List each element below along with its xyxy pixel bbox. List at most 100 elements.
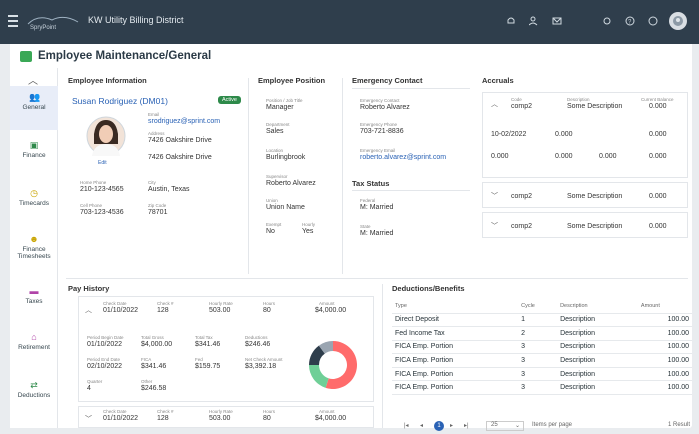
email-label: Email [148, 112, 160, 117]
chevron-up-icon[interactable]: ︿ [491, 99, 498, 109]
union-value: Union Name [266, 204, 305, 211]
table-cell: Description [557, 380, 638, 396]
accrual-code: comp2 [511, 103, 533, 110]
table-cell: Description [557, 353, 638, 368]
accrual-balance: 0.000 [649, 103, 667, 110]
bell-icon[interactable] [504, 14, 518, 28]
sidebar-item-timecards[interactable]: ◷ Timecards [10, 182, 58, 226]
divider [382, 284, 383, 428]
address2-value: 7426 Oakshire Drive [148, 154, 212, 161]
app-logo: SpryPoint [27, 16, 79, 31]
donut-slice-tax [309, 365, 329, 388]
sidebar-item-retirement[interactable]: ⌂ Retirement [10, 326, 58, 370]
table-cell: 3 [518, 367, 558, 382]
accrual-description: Some Description [567, 223, 623, 230]
fica-label: FICA [141, 357, 152, 362]
supervisor-value: Roberto Alvarez [266, 180, 316, 187]
accrual-balance-label: Current Balance [641, 97, 674, 102]
accrual-row[interactable]: ﹀ comp2 Some Description 0.000 [482, 212, 688, 238]
per-page-select[interactable]: 25 ⌄ [486, 421, 524, 431]
sidebar-item-finance[interactable]: ▣ Finance [10, 134, 58, 178]
sidebar-item-label: Finance Timesheets [17, 246, 51, 260]
table-row[interactable]: FICA Emp. Portion 3 Description 100.00 [392, 380, 692, 396]
email-value[interactable]: srodriguez@sprint.com [148, 118, 220, 125]
finance-icon: ▣ [29, 140, 39, 150]
help-icon[interactable]: ? [623, 14, 637, 28]
accrual-code-label: Code [511, 97, 522, 102]
table-row[interactable]: Fed Income Tax 2 Description 100.00 [392, 326, 692, 341]
column-header[interactable]: Amount [637, 300, 692, 314]
table-cell: Description [557, 367, 638, 382]
emergency-email-value[interactable]: roberto.alvarez@sprint.com [360, 154, 446, 161]
menu-icon[interactable] [8, 15, 18, 27]
page-number[interactable]: 1 [434, 421, 444, 431]
divider [66, 278, 688, 279]
table-cell: FICA Emp. Portion [392, 380, 519, 396]
state-label: State [360, 224, 371, 229]
table-cell: 100.00 [637, 313, 692, 328]
pay-history-title: Pay History [68, 284, 110, 293]
period-end: 02/10/2022 [87, 363, 123, 370]
settings-icon[interactable] [600, 14, 614, 28]
retirement-icon: ⌂ [31, 332, 37, 342]
check-date: 01/10/2022 [103, 307, 139, 314]
table-cell: FICA Emp. Portion [392, 367, 519, 382]
sidebar: ︿ 👥 General ▣ Finance ◷ Timecards ☻ Fina… [10, 68, 58, 428]
chevron-up-icon[interactable]: ︿ [28, 72, 38, 87]
accrual-description: Some Description [567, 103, 623, 110]
per-page-value: 25 [491, 422, 498, 428]
check-date-label: Check Date [103, 301, 127, 306]
table-row[interactable]: FICA Emp. Portion 3 Description 100.00 [392, 353, 692, 368]
zip-label: Zip Code [148, 203, 167, 208]
chevron-down-icon[interactable]: ﹀ [491, 221, 498, 231]
quarter-label: Quarter [87, 379, 103, 384]
deductions-amount: $246.46 [245, 341, 271, 348]
cell-phone-label: Cell Phone [80, 203, 103, 208]
sidebar-item-timesheets[interactable]: ☻ Finance Timesheets [10, 228, 58, 272]
hourly-value: Yes [302, 228, 314, 235]
deductions-title: Deductions/Benefits [392, 284, 465, 293]
divider [352, 88, 470, 89]
column-header[interactable]: Cycle [518, 300, 558, 314]
table-row[interactable]: FICA Emp. Portion 3 Description 100.00 [392, 367, 692, 382]
accrual-description: Some Description [567, 193, 623, 200]
table-cell: 1 [518, 313, 558, 328]
sidebar-item-general[interactable]: 👥 General [10, 86, 58, 130]
divider [342, 78, 343, 274]
chevron-up-icon[interactable]: ︿ [85, 305, 92, 315]
edit-photo-link[interactable]: Edit [98, 160, 107, 166]
status-badge: Active [218, 96, 241, 104]
pay-history-row[interactable]: ﹀ Check Date 01/10/2022 Check # 128 Hour… [78, 406, 374, 428]
chevron-down-icon[interactable]: ﹀ [491, 191, 498, 201]
city-label: City [148, 180, 156, 185]
table-cell: 100.00 [637, 380, 692, 396]
table-cell: FICA Emp. Portion [392, 340, 519, 355]
column-header[interactable]: Description [557, 300, 638, 314]
column-header[interactable]: Type [392, 300, 519, 314]
notifications-icon[interactable] [646, 14, 660, 28]
table-row[interactable]: Direct Deposit 1 Description 100.00 [392, 313, 692, 328]
table-row[interactable]: FICA Emp. Portion 3 Description 100.00 [392, 340, 692, 355]
mail-icon[interactable] [550, 14, 564, 28]
hourly-rate-label: Hourly Rate [209, 409, 233, 414]
emergency-contact-value: Roberto Alvarez [360, 104, 410, 111]
total-gross: $4,000.00 [141, 341, 173, 348]
total-gross-label: Total Gross [141, 335, 164, 340]
exempt-value: No [266, 228, 275, 235]
accrual-row[interactable]: ﹀ comp2 Some Description 0.000 [482, 182, 688, 208]
location-label: Location [266, 148, 284, 153]
table-cell: Description [557, 326, 638, 341]
employee-name[interactable]: Susan Rodriguez (DM01) [72, 96, 168, 106]
sidebar-item-taxes[interactable]: ▬ Taxes [10, 280, 58, 324]
pay-breakdown-chart [309, 341, 357, 389]
job-title-value: Manager [266, 104, 294, 111]
page-header: Employee Maintenance/General [10, 44, 692, 68]
chevron-down-icon[interactable]: ﹀ [85, 414, 92, 424]
people-icon[interactable] [527, 14, 541, 28]
check-label: Check # [157, 301, 174, 306]
employee-photo [86, 116, 126, 156]
table-cell: Description [557, 340, 638, 355]
page-shell: Employee Maintenance/General ︿ 👥 General… [10, 44, 692, 431]
user-avatar[interactable] [669, 12, 687, 30]
sidebar-item-deductions[interactable]: ⇄ Deductions [10, 374, 58, 418]
